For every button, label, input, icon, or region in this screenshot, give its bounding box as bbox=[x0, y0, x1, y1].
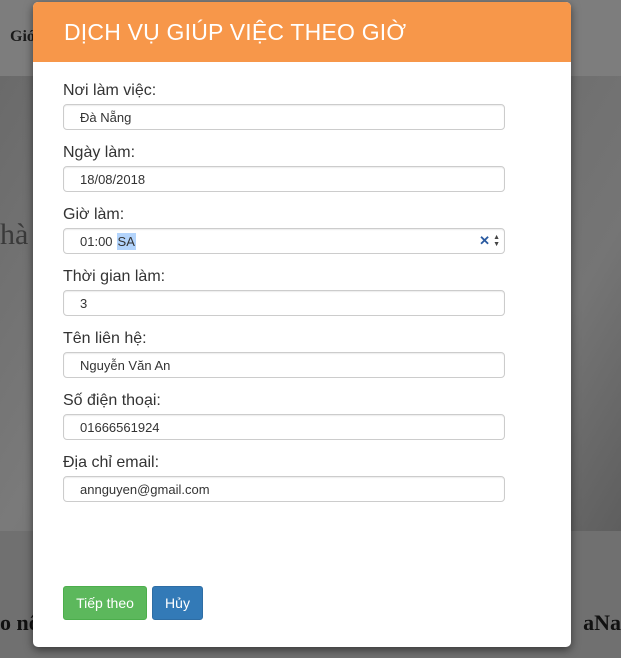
field-contact-name: Tên liên hệ: Nguyễn Văn An bbox=[63, 330, 507, 378]
modal-actions: Tiếp theo Hủy bbox=[63, 586, 203, 620]
close-icon[interactable]: ✕ bbox=[479, 233, 490, 249]
date-value: 18/08/2018 bbox=[80, 171, 146, 187]
field-duration: Thời gian làm: 3 bbox=[63, 268, 507, 316]
time-period-selected[interactable]: SA bbox=[116, 232, 136, 250]
contact-name-input[interactable]: Nguyễn Văn An bbox=[63, 352, 505, 378]
contact-name-value: Nguyễn Văn An bbox=[80, 357, 171, 373]
time-value: 01:00 bbox=[80, 233, 113, 249]
workplace-input[interactable]: Đà Nẵng bbox=[63, 104, 505, 130]
field-time: Giờ làm: 01:00 SA ✕ ▲ ▼ bbox=[63, 206, 507, 254]
modal-title: DỊCH VỤ GIÚP VIỆC THEO GIỜ bbox=[64, 18, 407, 45]
modal-header: DỊCH VỤ GIÚP VIỆC THEO GIỜ bbox=[33, 2, 571, 62]
workplace-value: Đà Nẵng bbox=[80, 109, 132, 125]
time-input[interactable]: 01:00 SA ✕ ▲ ▼ bbox=[63, 228, 505, 254]
duration-input[interactable]: 3 bbox=[63, 290, 505, 316]
spinner-down-icon[interactable]: ▼ bbox=[493, 241, 500, 248]
duration-value: 3 bbox=[80, 295, 88, 311]
time-controls: ✕ ▲ ▼ bbox=[479, 231, 500, 251]
field-date: Ngày làm: 18/08/2018 bbox=[63, 144, 507, 192]
booking-modal: DỊCH VỤ GIÚP VIỆC THEO GIỜ Nơi làm việc:… bbox=[33, 2, 571, 647]
background-nav-text: Giớ bbox=[10, 28, 36, 45]
field-phone: Số điện thoại: 01666561924 bbox=[63, 392, 507, 440]
email-label: Địa chỉ email: bbox=[63, 454, 160, 471]
phone-input[interactable]: 01666561924 bbox=[63, 414, 505, 440]
date-input[interactable]: 18/08/2018 bbox=[63, 166, 505, 192]
cancel-button[interactable]: Hủy bbox=[152, 586, 203, 620]
modal-body: Nơi làm việc: Đà Nẵng Ngày làm: 18/08/20… bbox=[33, 62, 571, 502]
email-input[interactable]: annguyen@gmail.com bbox=[63, 476, 505, 502]
phone-label: Số điện thoại: bbox=[63, 392, 161, 409]
field-workplace: Nơi làm việc: Đà Nẵng bbox=[63, 82, 507, 130]
workplace-label: Nơi làm việc: bbox=[63, 82, 157, 99]
background-bottom-right-text: aNa bbox=[583, 610, 621, 635]
duration-label: Thời gian làm: bbox=[63, 268, 166, 285]
spinner-arrows-icon[interactable]: ▲ ▼ bbox=[493, 234, 500, 248]
date-label: Ngày làm: bbox=[63, 144, 136, 161]
field-email: Địa chỉ email: annguyen@gmail.com bbox=[63, 454, 507, 502]
background-hero-text: hà bbox=[0, 218, 29, 251]
time-label: Giờ làm: bbox=[63, 206, 125, 223]
email-value: annguyen@gmail.com bbox=[80, 481, 210, 497]
phone-value: 01666561924 bbox=[80, 419, 160, 435]
spinner-up-icon[interactable]: ▲ bbox=[493, 234, 500, 241]
contact-name-label: Tên liên hệ: bbox=[63, 330, 147, 347]
next-button[interactable]: Tiếp theo bbox=[63, 586, 147, 620]
